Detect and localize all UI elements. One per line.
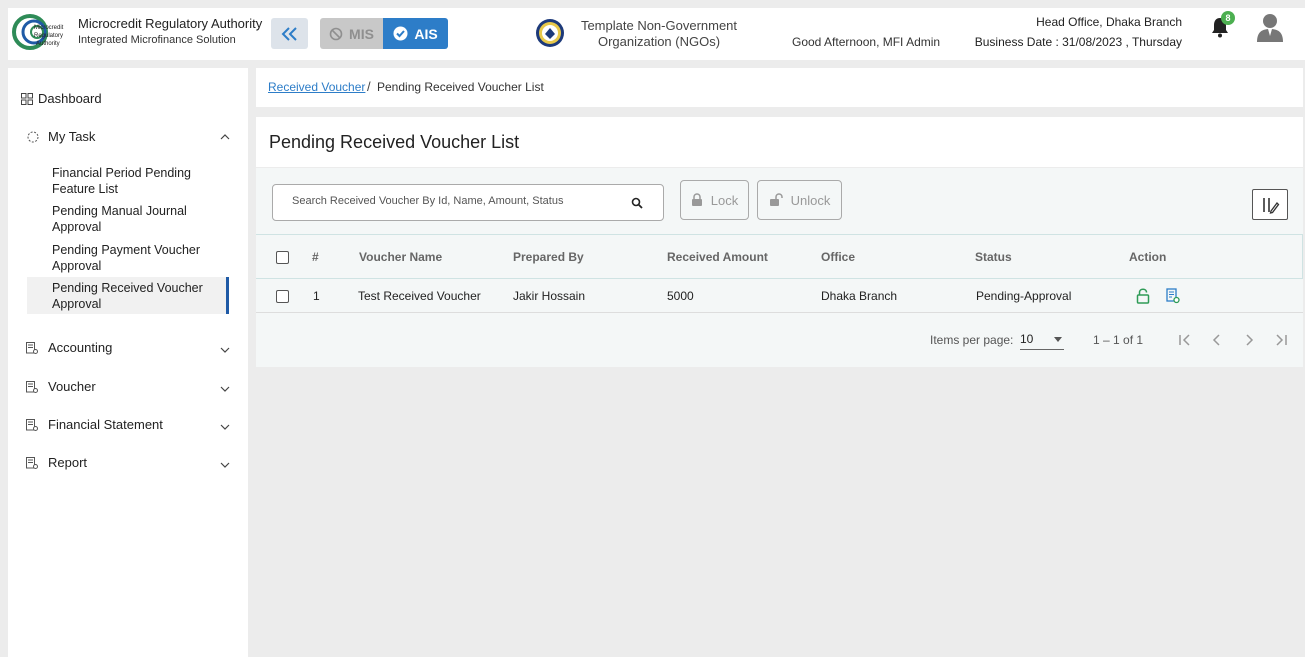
dashboard-grid-icon <box>21 93 33 105</box>
search-icon[interactable] <box>631 197 643 209</box>
brand-title: Microcredit Regulatory Authority <box>78 16 263 31</box>
edit-columns-icon <box>1263 197 1280 214</box>
sidebar-dashboard-label: Dashboard <box>38 91 102 106</box>
ais-label: AIS <box>414 25 438 42</box>
breadcrumb-current: Pending Received Voucher List <box>377 80 544 94</box>
cell-prepared-by: Jakir Hossain <box>513 289 586 303</box>
col-header-prepared-by[interactable]: Prepared By <box>513 250 584 264</box>
user-avatar-icon[interactable] <box>1256 12 1284 42</box>
org-line-1: Template Non-Government <box>580 18 738 33</box>
column-settings-button[interactable] <box>1252 189 1288 220</box>
col-header-office[interactable]: Office <box>821 250 855 264</box>
organization-name: Template Non-Government Organization (NG… <box>573 18 745 50</box>
sidebar-accounting-label: Accounting <box>48 340 113 355</box>
breadcrumb: Received Voucher / Pending Received Vouc… <box>256 68 1303 107</box>
sidebar-item-report[interactable]: Report <box>8 454 248 472</box>
view-details-icon[interactable] <box>1166 288 1180 304</box>
dropdown-caret-icon <box>1054 337 1062 342</box>
voucher-list-panel: Lock Unlock # Voucher Name Prepared By R… <box>256 168 1303 367</box>
top-header: Microcredit Regulatory Authority Microcr… <box>8 8 1305 60</box>
breadcrumb-separator: / <box>367 79 371 94</box>
cell-office: Dhaka Branch <box>821 289 898 303</box>
items-per-page-value: 10 <box>1020 332 1034 346</box>
sidebar-subitem-received-voucher[interactable]: Pending Received Voucher Approval <box>27 277 229 314</box>
sidebar-subitem-payment-voucher[interactable]: Pending Payment Voucher Approval <box>27 242 229 274</box>
chevron-down-icon <box>220 386 230 392</box>
items-per-page-select[interactable]: 10 <box>1020 330 1064 350</box>
first-page-icon[interactable] <box>1177 332 1193 348</box>
government-seal-icon <box>536 19 564 47</box>
sidebar-my-task-label: My Task <box>48 129 96 144</box>
double-chevron-left-icon <box>281 26 297 41</box>
sidebar-item-accounting[interactable]: Accounting <box>8 339 248 357</box>
sidebar-item-dashboard[interactable]: Dashboard <box>8 90 248 108</box>
unlock-button[interactable]: Unlock <box>757 180 842 220</box>
search-input[interactable] <box>292 195 622 207</box>
logo-text-2: Regulatory <box>34 33 63 39</box>
cell-status: Pending-Approval <box>976 289 1072 303</box>
mode-switch: MIS AIS <box>320 18 448 49</box>
lock-icon <box>691 193 702 206</box>
block-icon <box>329 27 343 40</box>
sidebar-item-voucher[interactable]: Voucher <box>8 378 248 396</box>
table-row[interactable]: 1 Test Received Voucher Jakir Hossain 50… <box>256 280 1303 313</box>
lock-button[interactable]: Lock <box>680 180 749 220</box>
sidebar-item-financial-statement[interactable]: Financial Statement <box>8 416 248 434</box>
mis-label: MIS <box>349 25 374 42</box>
greeting-text: Good Afternoon, MFI Admin <box>792 35 941 49</box>
sidebar-item-my-task[interactable]: My Task <box>8 128 248 146</box>
logo-text-1: Microcredit <box>34 25 64 31</box>
cell-number: 1 <box>313 289 320 303</box>
document-gear-icon <box>26 381 38 393</box>
lock-label: Lock <box>710 192 739 208</box>
search-box <box>272 184 664 221</box>
chevron-down-icon <box>220 347 230 353</box>
cell-voucher-name: Test Received Voucher <box>358 289 481 303</box>
mra-logo: Microcredit Regulatory Authority <box>12 14 64 50</box>
chevron-down-icon <box>220 462 230 468</box>
breadcrumb-received-voucher-link[interactable]: Received Voucher <box>268 80 365 94</box>
sidebar-subitem-manual-journal[interactable]: Pending Manual Journal Approval <box>27 203 229 235</box>
select-all-checkbox[interactable] <box>276 251 289 264</box>
col-header-received-amount[interactable]: Received Amount <box>667 250 768 264</box>
unlock-icon <box>769 193 783 206</box>
collapse-sidebar-button[interactable] <box>271 18 308 49</box>
col-header-number: # <box>312 250 319 264</box>
task-spinner-icon <box>27 131 39 143</box>
col-header-voucher-name[interactable]: Voucher Name <box>359 250 442 264</box>
col-header-status[interactable]: Status <box>975 250 1012 264</box>
chevron-up-icon <box>220 134 230 140</box>
previous-page-icon[interactable] <box>1209 332 1225 348</box>
document-gear-icon <box>26 457 38 469</box>
next-page-icon[interactable] <box>1241 332 1257 348</box>
page-title: Pending Received Voucher List <box>269 132 520 152</box>
sidebar-financial-statement-label: Financial Statement <box>48 417 163 432</box>
document-gear-icon <box>26 342 38 354</box>
sidebar-subitem-financial-period[interactable]: Financial Period Pending Feature List <box>27 165 229 197</box>
sidebar: Dashboard My Task Financial Period Pendi… <box>8 68 248 657</box>
ais-mode-button[interactable]: AIS <box>383 18 448 49</box>
page-title-bar: Pending Received Voucher List <box>256 117 1303 167</box>
chevron-down-icon <box>220 424 230 430</box>
org-line-2: Organization (NGOs) <box>597 34 721 49</box>
sidebar-report-label: Report <box>48 455 88 470</box>
last-page-icon[interactable] <box>1273 332 1289 348</box>
cell-received-amount: 5000 <box>667 289 694 303</box>
sidebar-voucher-label: Voucher <box>48 379 96 394</box>
unlock-row-icon[interactable] <box>1136 288 1150 304</box>
business-date: Business Date : 31/08/2023 , Thursday <box>974 35 1182 49</box>
row-checkbox[interactable] <box>276 290 289 303</box>
notification-badge: 8 <box>1221 11 1235 25</box>
pagination-range: 1 – 1 of 1 <box>1093 333 1144 347</box>
items-per-page-label: Items per page: <box>930 333 1014 347</box>
check-circle-icon <box>393 26 408 41</box>
logo-text-3: Authority <box>36 41 60 47</box>
table-header: # Voucher Name Prepared By Received Amou… <box>256 234 1303 279</box>
unlock-label: Unlock <box>790 192 831 208</box>
col-header-action: Action <box>1129 250 1167 264</box>
brand-subtitle: Integrated Microfinance Solution <box>78 34 236 46</box>
document-gear-icon <box>26 419 38 431</box>
branch-name: Head Office, Dhaka Branch <box>1036 15 1182 29</box>
mis-mode-button[interactable]: MIS <box>320 18 383 49</box>
